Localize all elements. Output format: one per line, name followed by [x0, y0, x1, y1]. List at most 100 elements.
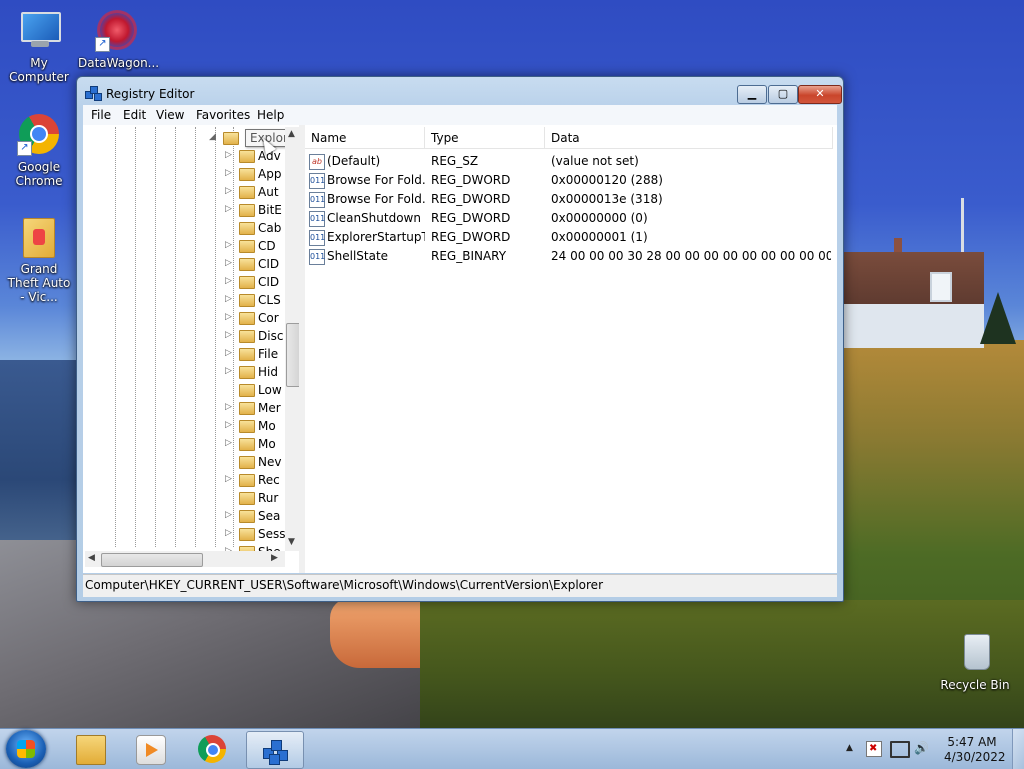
folder-icon	[239, 330, 255, 343]
expand-icon[interactable]: ▷	[225, 150, 232, 160]
column-header-name[interactable]: Name	[305, 127, 425, 149]
expand-icon[interactable]: ▷	[225, 510, 232, 520]
registry-value-row[interactable]: 011 Browse For Fold... REG_DWORD 0x00000120…	[305, 171, 833, 190]
registry-value-row[interactable]: 011 ShellState REG_BINARY 24 00 00 00 30 28…	[305, 247, 833, 266]
tree-node-label: Nev	[258, 455, 282, 469]
chrome-icon	[198, 735, 226, 763]
value-name: (Default)	[327, 154, 381, 168]
taskbar: ▲ ✖ 🔊 5:47 AM 4/30/2022	[0, 728, 1024, 769]
folder-icon	[239, 186, 255, 199]
tree-background	[980, 292, 1016, 344]
scroll-down-icon[interactable]: ▼	[288, 537, 295, 547]
registry-values-list[interactable]: Name Type Data ab (Default) REG_SZ (value n…	[305, 127, 833, 569]
house-background	[842, 238, 984, 348]
expand-icon[interactable]: ▷	[225, 258, 232, 268]
folder-icon	[239, 348, 255, 361]
registry-tree-pane[interactable]: ◢ ▷ Adv ▷ App ▷ Aut ▷ BitE Cab ▷ CD ▷ CID ▷ CID ▷ CLS ▷ Co…	[85, 127, 299, 569]
desktop-icon-my-computer[interactable]: My Computer	[0, 8, 78, 84]
folder-icon	[239, 528, 255, 541]
title-bar[interactable]: Registry Editor ▁ ▢ ✕	[77, 77, 843, 107]
scroll-thumb[interactable]	[101, 553, 203, 567]
folder-icon	[239, 150, 255, 163]
tree-node-label: CID	[258, 275, 280, 289]
value-name: ShellState	[327, 249, 389, 263]
binary-value-icon: 011	[309, 249, 325, 265]
maximize-button[interactable]: ▢	[768, 85, 798, 104]
menu-file[interactable]: File	[91, 108, 111, 122]
registry-value-row[interactable]: 011ExplorerStartupT... REG_DWORD 0x0000000…	[305, 228, 833, 247]
expand-icon[interactable]: ▷	[225, 438, 232, 448]
folder-icon	[239, 222, 255, 235]
registry-value-row[interactable]: 011 CleanShutdown REG_DWORD 0x00000000 (0)	[305, 209, 833, 228]
desktop-icon-label: My Computer	[9, 56, 69, 84]
value-name: Browse For Fold...	[327, 173, 425, 187]
start-button[interactable]	[6, 730, 46, 768]
expand-icon[interactable]: ▷	[225, 240, 232, 250]
value-data: 0x00000120 (288)	[551, 173, 663, 187]
registry-editor-icon	[261, 736, 289, 765]
network-icon[interactable]	[890, 741, 910, 758]
expand-icon[interactable]: ▷	[225, 528, 232, 538]
tree-node-label: App	[258, 167, 282, 181]
expand-icon[interactable]: ▷	[225, 168, 232, 178]
scroll-right-icon[interactable]: ▶	[271, 553, 278, 563]
folder-icon	[239, 402, 255, 415]
folder-icon	[239, 204, 255, 217]
expand-icon[interactable]: ▷	[225, 420, 232, 430]
registry-editor-window[interactable]: Registry Editor ▁ ▢ ✕ File Edit View Fav…	[76, 76, 844, 602]
registry-value-row[interactable]: 011 Browse For Fold... REG_DWORD 0x0000013e…	[305, 190, 833, 209]
expand-icon[interactable]: ▷	[225, 348, 232, 358]
scroll-thumb[interactable]	[286, 323, 299, 387]
datawagon-icon: ↗	[95, 8, 139, 52]
column-header-data[interactable]: Data	[545, 127, 833, 149]
expand-icon[interactable]: ▷	[225, 330, 232, 340]
volume-icon[interactable]: 🔊	[914, 741, 929, 755]
tree-node-label: Rur	[258, 491, 279, 505]
value-type: REG_SZ	[431, 154, 479, 168]
column-header-type[interactable]: Type	[425, 127, 545, 149]
expand-icon[interactable]: ▷	[225, 366, 232, 376]
action-center-flag-icon[interactable]: ✖	[866, 741, 882, 757]
taskbar-media-player[interactable]	[122, 731, 178, 767]
minimize-button[interactable]: ▁	[737, 85, 767, 104]
desktop-icon-chrome[interactable]: ↗ Google Chrome	[0, 112, 78, 188]
tree-node-label: Aut	[258, 185, 279, 199]
expand-icon[interactable]: ▷	[225, 276, 232, 286]
value-name: ExplorerStartupT...	[327, 230, 425, 244]
taskbar-registry-editor[interactable]	[246, 731, 304, 769]
registry-value-row[interactable]: ab (Default) REG_SZ (value not set)	[305, 152, 833, 171]
desktop-icon-recycle-bin[interactable]: Recycle Bin	[936, 630, 1014, 692]
desktop-icon-gta[interactable]: Grand Theft Auto - Vic...	[0, 214, 78, 304]
menu-view[interactable]: View	[156, 108, 184, 122]
expand-icon[interactable]: ▷	[225, 186, 232, 196]
taskbar-explorer[interactable]	[62, 731, 118, 767]
menu-favorites[interactable]: Favorites	[196, 108, 250, 122]
scroll-left-icon[interactable]: ◀	[88, 553, 95, 563]
menu-edit[interactable]: Edit	[123, 108, 146, 122]
menu-help[interactable]: Help	[257, 108, 284, 122]
desktop-icon-datawagon[interactable]: ↗ DataWagon...	[78, 8, 159, 70]
tree-vertical-scrollbar[interactable]: ▲ ▼	[285, 127, 299, 551]
expand-icon[interactable]: ▷	[225, 204, 232, 214]
show-hidden-icons-button[interactable]: ▲	[846, 743, 853, 753]
taskbar-chrome[interactable]	[184, 731, 240, 767]
desktop-icon-label: Google Chrome	[15, 160, 63, 188]
expand-icon[interactable]: ▷	[225, 294, 232, 304]
shrub-background	[420, 600, 1024, 728]
window-title: Registry Editor	[106, 87, 195, 101]
expand-icon[interactable]: ▷	[225, 474, 232, 484]
shortcut-arrow-icon: ↗	[95, 37, 110, 52]
tree-node-label: Sess	[258, 527, 286, 541]
scroll-up-icon[interactable]: ▲	[288, 129, 295, 139]
folder-icon	[239, 312, 255, 325]
show-desktop-button[interactable]	[1012, 729, 1024, 769]
expand-icon[interactable]: ▷	[225, 312, 232, 322]
expand-icon[interactable]: ▷	[225, 402, 232, 412]
clock[interactable]: 5:47 AM 4/30/2022	[944, 735, 1006, 765]
close-button[interactable]: ✕	[798, 85, 842, 104]
menu-bar: File Edit View Favorites Help	[83, 105, 837, 125]
value-data: 0x00000000 (0)	[551, 211, 648, 225]
clock-time: 5:47 AM	[947, 735, 997, 749]
collapse-icon[interactable]: ◢	[209, 132, 216, 142]
tree-horizontal-scrollbar[interactable]: ◀ ▶	[85, 551, 285, 567]
